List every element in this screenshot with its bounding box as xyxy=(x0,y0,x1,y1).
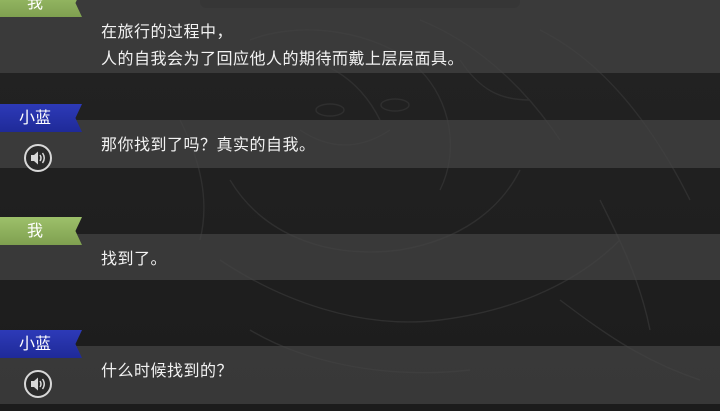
dialogue-line: 那你找到了吗？真实的自我。 xyxy=(101,135,316,154)
dialogue-line: 什么时候找到的？ xyxy=(101,361,234,380)
speaker-name-tag: 小蓝 xyxy=(0,330,82,358)
dialogue-line: 找到了。 xyxy=(101,249,168,268)
speaker-name-tag: 我 xyxy=(0,0,82,17)
dialogue-line: 在旅行的过程中， xyxy=(101,22,234,41)
speaker-volume-icon xyxy=(31,377,45,391)
speaker-volume-icon xyxy=(31,151,45,165)
voice-replay-button[interactable] xyxy=(24,370,52,398)
speaker-name-tag: 我 xyxy=(0,217,82,245)
dialogue-log-screen: 我 在旅行的过程中， 人的自我会为了回应他人的期待而戴上层层面具。 小蓝 那你找… xyxy=(0,0,720,411)
voice-replay-button[interactable] xyxy=(24,144,52,172)
speaker-name: 小蓝 xyxy=(18,108,51,127)
speaker-name: 我 xyxy=(26,0,43,12)
speaker-name: 小蓝 xyxy=(18,334,51,353)
dialogue-line: 人的自我会为了回应他人的期待而戴上层层面具。 xyxy=(101,49,465,68)
speaker-name: 我 xyxy=(26,221,43,240)
speaker-name-tag: 小蓝 xyxy=(0,104,82,132)
